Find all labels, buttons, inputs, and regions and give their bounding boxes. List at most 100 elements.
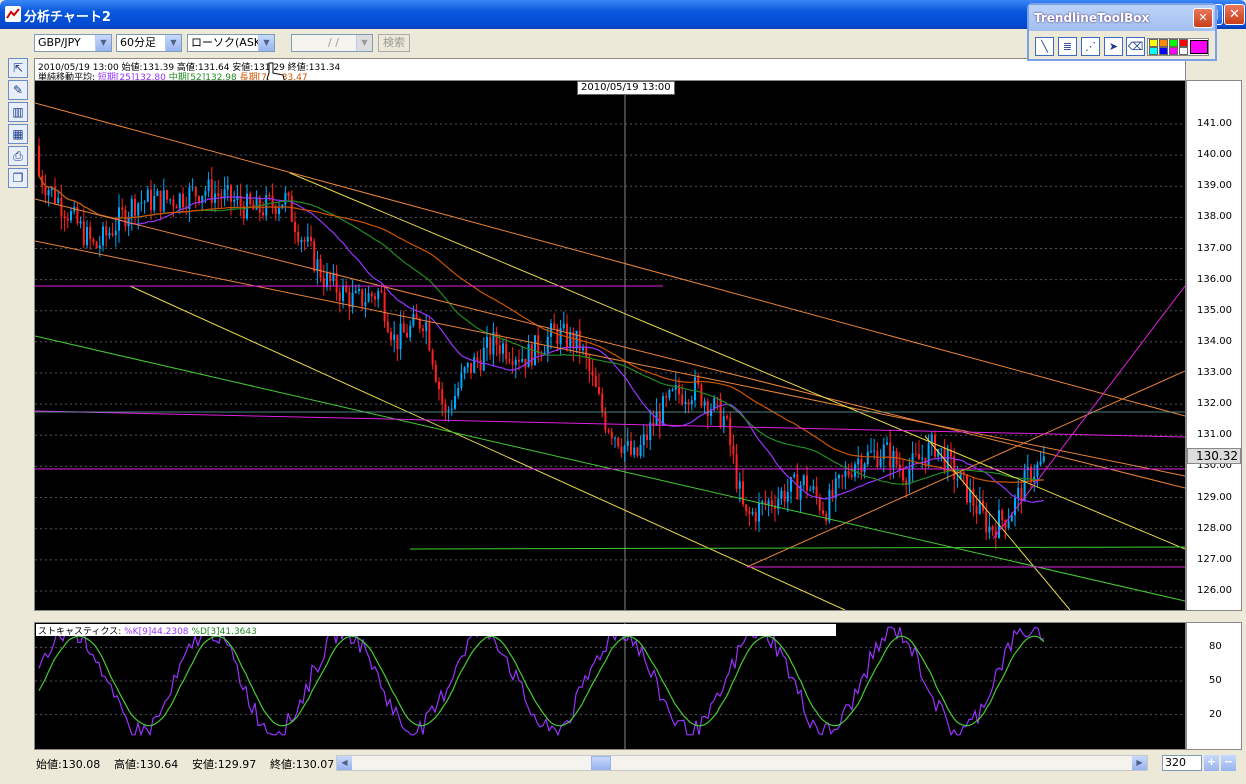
symbol-select[interactable]: GBP/JPY ▼ bbox=[34, 34, 112, 52]
candle-body bbox=[351, 292, 354, 308]
candle-body bbox=[454, 395, 456, 409]
candle-body bbox=[175, 206, 178, 209]
candle-body bbox=[530, 344, 533, 366]
candle-body bbox=[495, 332, 498, 346]
color-swatch[interactable] bbox=[1179, 47, 1188, 55]
stoch-d-value: %D[3]41.3643 bbox=[191, 627, 257, 637]
candle-body bbox=[498, 345, 501, 354]
candle-body bbox=[985, 510, 988, 533]
candle-body bbox=[191, 187, 194, 189]
candle-body bbox=[793, 474, 796, 478]
candle-body bbox=[1020, 487, 1023, 502]
bar-chart-icon[interactable]: ▥ bbox=[8, 102, 28, 122]
candle-body bbox=[604, 412, 607, 431]
candle-body bbox=[876, 450, 879, 467]
price-tick-label: 128.00 bbox=[1197, 522, 1232, 534]
color-swatch[interactable] bbox=[1169, 39, 1178, 47]
stochastic-canvas[interactable] bbox=[35, 623, 1185, 749]
scroll-thumb[interactable] bbox=[591, 756, 611, 770]
candle-body bbox=[975, 506, 978, 514]
toolbox-title: TrendlineToolBox bbox=[1029, 5, 1215, 31]
copy-icon[interactable]: ❐ bbox=[8, 168, 28, 188]
candle-body bbox=[233, 199, 236, 202]
candle-body bbox=[594, 375, 597, 388]
price-chart-canvas[interactable] bbox=[35, 81, 1185, 610]
price-chart[interactable]: 2010/05/19 13:00 bbox=[34, 80, 1186, 611]
zoom-in-button[interactable]: + bbox=[1204, 755, 1219, 771]
candle-body bbox=[326, 272, 328, 287]
fan-icon[interactable]: ⋰ bbox=[1081, 37, 1100, 56]
candle-body bbox=[511, 360, 514, 365]
candle-body bbox=[418, 318, 421, 329]
candle-body bbox=[767, 500, 770, 505]
candle-body bbox=[406, 332, 408, 338]
candle-body bbox=[374, 296, 376, 300]
close-button[interactable]: ✕ bbox=[1224, 4, 1245, 25]
pencil-icon[interactable]: ✎ bbox=[8, 80, 28, 100]
indicator-icon[interactable]: ▦ bbox=[8, 124, 28, 144]
zoom-out-button[interactable]: − bbox=[1221, 755, 1236, 771]
candle-body bbox=[546, 336, 549, 353]
interval-select[interactable]: 60分足 ▼ bbox=[116, 34, 182, 52]
candle-body bbox=[121, 207, 124, 210]
price-tick-label: 134.00 bbox=[1197, 335, 1232, 347]
selected-color-swatch[interactable] bbox=[1190, 40, 1208, 54]
candle-body bbox=[156, 190, 159, 196]
price-axis: 141.00 140.00 139.00 138.00 137.00 136.00 135.… bbox=[1186, 80, 1242, 611]
candle-body bbox=[902, 469, 904, 481]
stochastic-chart[interactable] bbox=[34, 622, 1186, 750]
candle-body bbox=[668, 390, 671, 398]
color-palette[interactable] bbox=[1147, 38, 1209, 56]
candle-body bbox=[367, 293, 370, 302]
trendline-toolbox[interactable]: TrendlineToolBox ✕ ╲ ≣ ⋰ ➤ ⌫ bbox=[1027, 3, 1217, 61]
candle-body bbox=[521, 358, 524, 362]
candle-body bbox=[751, 511, 754, 514]
crosshair-date-label: 2010/05/19 13:00 bbox=[577, 81, 675, 95]
line-tool-icon[interactable]: ⇱ bbox=[8, 58, 28, 78]
price-tick-label: 129.00 bbox=[1197, 491, 1232, 503]
stoch-tick-label: 20 bbox=[1209, 708, 1222, 720]
color-swatch[interactable] bbox=[1159, 39, 1168, 47]
candle-body bbox=[63, 216, 66, 219]
candle-body bbox=[553, 323, 556, 329]
print-icon[interactable]: ⎙ bbox=[8, 146, 28, 166]
scroll-right-icon[interactable]: ▶ bbox=[1132, 756, 1147, 770]
status-bar: 始値:130.08 高値:130.64 安値:129.97 終値:130.07 … bbox=[34, 752, 1244, 774]
zoom-field[interactable]: 320 bbox=[1162, 755, 1202, 771]
candle-body bbox=[988, 526, 991, 533]
candle-body bbox=[815, 486, 818, 498]
candle-body bbox=[338, 292, 341, 301]
color-swatch[interactable] bbox=[1179, 39, 1188, 47]
candle-body bbox=[703, 401, 706, 406]
color-swatch[interactable] bbox=[1149, 47, 1158, 55]
date-input[interactable]: / / ▼ bbox=[291, 34, 373, 52]
search-button[interactable]: 検索 bbox=[378, 34, 410, 52]
color-swatch[interactable] bbox=[1169, 47, 1178, 55]
candle-body bbox=[402, 323, 405, 333]
candle-body bbox=[671, 389, 674, 391]
trendline-icon[interactable]: ╲ bbox=[1035, 37, 1054, 56]
candle-body bbox=[146, 189, 149, 202]
candle-body bbox=[822, 510, 824, 515]
toolbox-close-button[interactable]: ✕ bbox=[1193, 8, 1213, 28]
color-swatch[interactable] bbox=[1149, 39, 1158, 47]
candle-body bbox=[918, 453, 920, 460]
price-tick-label: 141.00 bbox=[1197, 118, 1232, 129]
eraser-icon[interactable]: ⌫ bbox=[1126, 37, 1145, 56]
candle-body bbox=[665, 396, 668, 398]
chart-type-select[interactable]: ローソク(ASK) ▼ bbox=[187, 34, 275, 52]
candle-body bbox=[726, 416, 728, 418]
channel-icon[interactable]: ≣ bbox=[1058, 37, 1077, 56]
candle-body bbox=[226, 185, 229, 190]
candle-body bbox=[873, 450, 876, 452]
candle-body bbox=[159, 190, 162, 212]
candle-body bbox=[860, 458, 863, 473]
candle-body bbox=[694, 377, 696, 401]
scroll-left-icon[interactable]: ◀ bbox=[337, 756, 352, 770]
horizontal-scrollbar[interactable]: ◀ ▶ bbox=[336, 755, 1148, 771]
color-swatch[interactable] bbox=[1159, 47, 1168, 55]
candle-body bbox=[786, 491, 789, 502]
pointer-icon[interactable]: ➤ bbox=[1104, 37, 1123, 56]
candle-body bbox=[44, 186, 47, 196]
candle-body bbox=[255, 197, 258, 210]
